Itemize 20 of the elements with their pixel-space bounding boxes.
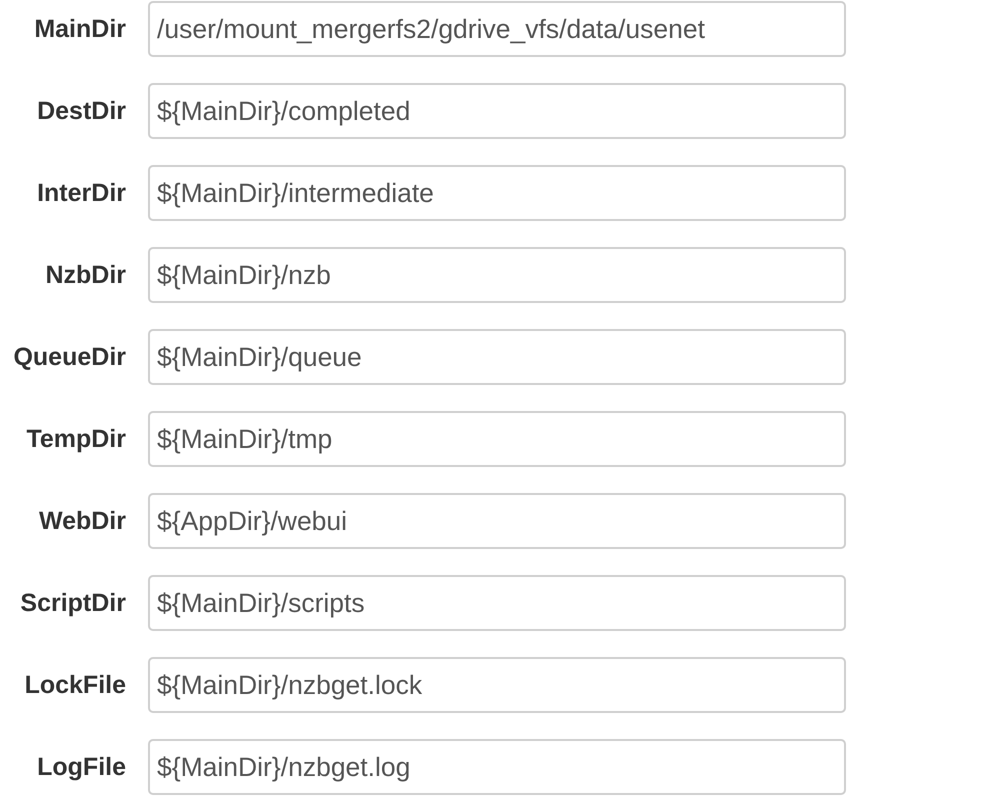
field-label: InterDir <box>37 178 126 208</box>
field-label: LockFile <box>24 670 126 700</box>
text-field[interactable]: ${MainDir}/nzbget.log <box>148 739 846 795</box>
text-field[interactable]: ${MainDir}/completed <box>148 83 846 139</box>
text-field[interactable]: ${MainDir}/tmp <box>148 411 846 467</box>
text-field[interactable]: ${MainDir}/scripts <box>148 575 846 631</box>
field-label: MainDir <box>34 14 126 44</box>
field-label: LogFile <box>37 752 126 782</box>
text-field[interactable]: ${AppDir}/webui <box>148 493 846 549</box>
text-field[interactable]: /user/mount_mergerfs2/gdrive_vfs/data/usenet <box>148 1 846 57</box>
field-label: QueueDir <box>13 342 126 372</box>
field-label: ScriptDir <box>20 588 126 618</box>
field-label: TempDir <box>26 424 126 454</box>
text-field[interactable]: ${MainDir}/nzb <box>148 247 846 303</box>
field-label: WebDir <box>38 506 126 536</box>
field-label: DestDir <box>37 96 126 126</box>
field-label: NzbDir <box>45 260 126 290</box>
text-field[interactable]: ${MainDir}/nzbget.lock <box>148 657 846 713</box>
text-field[interactable]: ${MainDir}/intermediate <box>148 165 846 221</box>
text-field[interactable]: ${MainDir}/queue <box>148 329 846 385</box>
